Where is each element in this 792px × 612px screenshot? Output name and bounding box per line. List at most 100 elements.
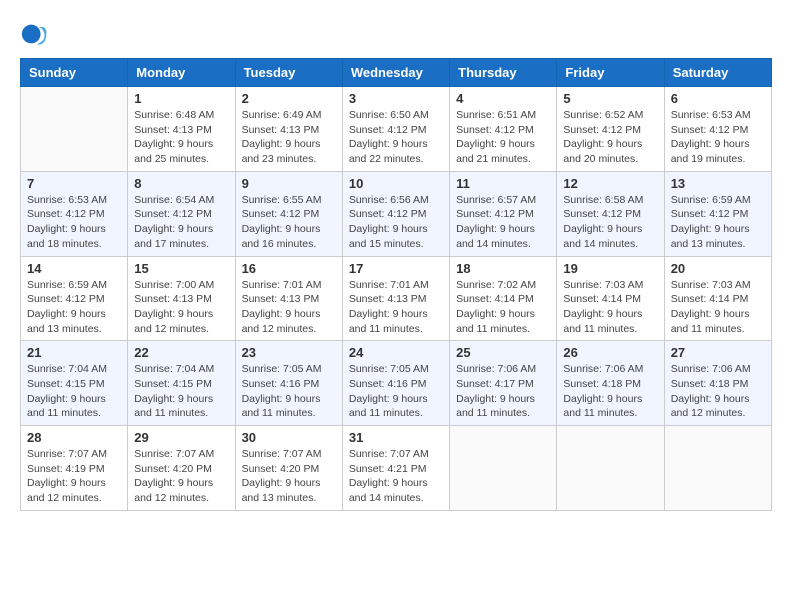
day-number: 31 [349,430,443,445]
day-info: Sunrise: 6:55 AMSunset: 4:12 PMDaylight:… [242,193,336,252]
calendar-week-row: 14 Sunrise: 6:59 AMSunset: 4:12 PMDayligh… [21,256,772,341]
calendar-week-row: 7 Sunrise: 6:53 AMSunset: 4:12 PMDaylight… [21,171,772,256]
day-number: 10 [349,176,443,191]
weekday-header: Monday [128,59,235,87]
day-info: Sunrise: 7:04 AMSunset: 4:15 PMDaylight:… [134,362,228,421]
calendar-cell: 29 Sunrise: 7:07 AMSunset: 4:20 PMDayligh… [128,426,235,511]
day-info: Sunrise: 7:03 AMSunset: 4:14 PMDaylight:… [671,278,765,337]
calendar-cell: 13Sunrise: 6:59 AMSunset: 4:12 PMDayligh… [664,171,771,256]
day-info: Sunrise: 7:07 AMSunset: 4:20 PMDaylight:… [242,447,336,506]
weekday-header: Wednesday [342,59,449,87]
day-number: 7 [27,176,121,191]
day-info: Sunrise: 7:02 AMSunset: 4:14 PMDaylight:… [456,278,550,337]
weekday-header: Friday [557,59,664,87]
day-number: 30 [242,430,336,445]
calendar-cell: 4 Sunrise: 6:51 AMSunset: 4:12 PMDaylight… [450,87,557,172]
weekday-header: Saturday [664,59,771,87]
calendar-cell: 9Sunrise: 6:55 AMSunset: 4:12 PMDaylight… [235,171,342,256]
day-info: Sunrise: 7:01 AMSunset: 4:13 PMDaylight:… [349,278,443,337]
calendar-cell: 14 Sunrise: 6:59 AMSunset: 4:12 PMDayligh… [21,256,128,341]
day-number: 12 [563,176,657,191]
calendar-cell: 22Sunrise: 7:04 AMSunset: 4:15 PMDayligh… [128,341,235,426]
day-number: 29 [134,430,228,445]
day-info: Sunrise: 6:53 AMSunset: 4:12 PMDaylight:… [671,108,765,167]
logo [20,20,50,48]
day-info: Sunrise: 6:52 AMSunset: 4:12 PMDaylight:… [563,108,657,167]
day-number: 17 [349,261,443,276]
day-info: Sunrise: 7:04 AMSunset: 4:15 PMDaylight:… [27,362,121,421]
day-info: Sunrise: 7:01 AMSunset: 4:13 PMDaylight:… [242,278,336,337]
calendar-cell: 27Sunrise: 7:06 AMSunset: 4:18 PMDayligh… [664,341,771,426]
calendar-cell: 30 Sunrise: 7:07 AMSunset: 4:20 PMDayligh… [235,426,342,511]
day-number: 15 [134,261,228,276]
day-number: 3 [349,91,443,106]
day-info: Sunrise: 7:05 AMSunset: 4:16 PMDaylight:… [242,362,336,421]
day-number: 4 [456,91,550,106]
calendar-cell: 24 Sunrise: 7:05 AMSunset: 4:16 PMDayligh… [342,341,449,426]
calendar-week-row: 28Sunrise: 7:07 AMSunset: 4:19 PMDayligh… [21,426,772,511]
day-info: Sunrise: 6:57 AMSunset: 4:12 PMDaylight:… [456,193,550,252]
day-number: 14 [27,261,121,276]
calendar-cell [664,426,771,511]
day-info: Sunrise: 7:07 AMSunset: 4:21 PMDaylight:… [349,447,443,506]
day-info: Sunrise: 6:59 AMSunset: 4:12 PMDaylight:… [27,278,121,337]
calendar-cell: 25 Sunrise: 7:06 AMSunset: 4:17 PMDayligh… [450,341,557,426]
calendar-cell: 21 Sunrise: 7:04 AMSunset: 4:15 PMDayligh… [21,341,128,426]
day-info: Sunrise: 6:56 AMSunset: 4:12 PMDaylight:… [349,193,443,252]
calendar-cell: 8 Sunrise: 6:54 AMSunset: 4:12 PMDaylight… [128,171,235,256]
calendar-cell: 15 Sunrise: 7:00 AMSunset: 4:13 PMDayligh… [128,256,235,341]
calendar-cell: 10 Sunrise: 6:56 AMSunset: 4:12 PMDayligh… [342,171,449,256]
calendar-cell: 26 Sunrise: 7:06 AMSunset: 4:18 PMDayligh… [557,341,664,426]
day-info: Sunrise: 7:07 AMSunset: 4:19 PMDaylight:… [27,447,121,506]
weekday-header: Thursday [450,59,557,87]
calendar-cell: 20 Sunrise: 7:03 AMSunset: 4:14 PMDayligh… [664,256,771,341]
calendar-cell: 3 Sunrise: 6:50 AMSunset: 4:12 PMDaylight… [342,87,449,172]
day-info: Sunrise: 7:06 AMSunset: 4:17 PMDaylight:… [456,362,550,421]
calendar-cell: 16Sunrise: 7:01 AMSunset: 4:13 PMDayligh… [235,256,342,341]
day-info: Sunrise: 6:51 AMSunset: 4:12 PMDaylight:… [456,108,550,167]
calendar-cell: 6 Sunrise: 6:53 AMSunset: 4:12 PMDaylight… [664,87,771,172]
day-number: 26 [563,345,657,360]
day-info: Sunrise: 6:50 AMSunset: 4:12 PMDaylight:… [349,108,443,167]
page-header [20,20,772,48]
day-number: 20 [671,261,765,276]
day-number: 2 [242,91,336,106]
day-number: 19 [563,261,657,276]
day-number: 1 [134,91,228,106]
day-info: Sunrise: 6:54 AMSunset: 4:12 PMDaylight:… [134,193,228,252]
weekday-header: Tuesday [235,59,342,87]
day-info: Sunrise: 7:00 AMSunset: 4:13 PMDaylight:… [134,278,228,337]
logo-icon [20,20,48,48]
day-info: Sunrise: 7:06 AMSunset: 4:18 PMDaylight:… [563,362,657,421]
day-info: Sunrise: 6:49 AMSunset: 4:13 PMDaylight:… [242,108,336,167]
day-number: 18 [456,261,550,276]
day-number: 5 [563,91,657,106]
day-info: Sunrise: 7:07 AMSunset: 4:20 PMDaylight:… [134,447,228,506]
calendar-cell [557,426,664,511]
calendar-cell: 17 Sunrise: 7:01 AMSunset: 4:13 PMDayligh… [342,256,449,341]
day-info: Sunrise: 7:05 AMSunset: 4:16 PMDaylight:… [349,362,443,421]
calendar-cell: 5 Sunrise: 6:52 AMSunset: 4:12 PMDaylight… [557,87,664,172]
day-number: 24 [349,345,443,360]
calendar-week-row: 1 Sunrise: 6:48 AMSunset: 4:13 PMDaylight… [21,87,772,172]
calendar-cell [450,426,557,511]
calendar-table: SundayMondayTuesdayWednesdayThursdayFrid… [20,58,772,511]
calendar-cell: 18 Sunrise: 7:02 AMSunset: 4:14 PMDayligh… [450,256,557,341]
day-number: 8 [134,176,228,191]
day-info: Sunrise: 7:06 AMSunset: 4:18 PMDaylight:… [671,362,765,421]
day-info: Sunrise: 7:03 AMSunset: 4:14 PMDaylight:… [563,278,657,337]
day-number: 21 [27,345,121,360]
calendar-cell: 19 Sunrise: 7:03 AMSunset: 4:14 PMDayligh… [557,256,664,341]
day-number: 25 [456,345,550,360]
day-number: 6 [671,91,765,106]
weekday-header: Sunday [21,59,128,87]
calendar-cell: 28Sunrise: 7:07 AMSunset: 4:19 PMDayligh… [21,426,128,511]
calendar-week-row: 21 Sunrise: 7:04 AMSunset: 4:15 PMDayligh… [21,341,772,426]
calendar-cell: 11Sunrise: 6:57 AMSunset: 4:12 PMDayligh… [450,171,557,256]
calendar-header-row: SundayMondayTuesdayWednesdayThursdayFrid… [21,59,772,87]
day-number: 23 [242,345,336,360]
calendar-cell: 7 Sunrise: 6:53 AMSunset: 4:12 PMDaylight… [21,171,128,256]
day-info: Sunrise: 6:48 AMSunset: 4:13 PMDaylight:… [134,108,228,167]
day-info: Sunrise: 6:59 AMSunset: 4:12 PMDaylight:… [671,193,765,252]
day-info: Sunrise: 6:53 AMSunset: 4:12 PMDaylight:… [27,193,121,252]
